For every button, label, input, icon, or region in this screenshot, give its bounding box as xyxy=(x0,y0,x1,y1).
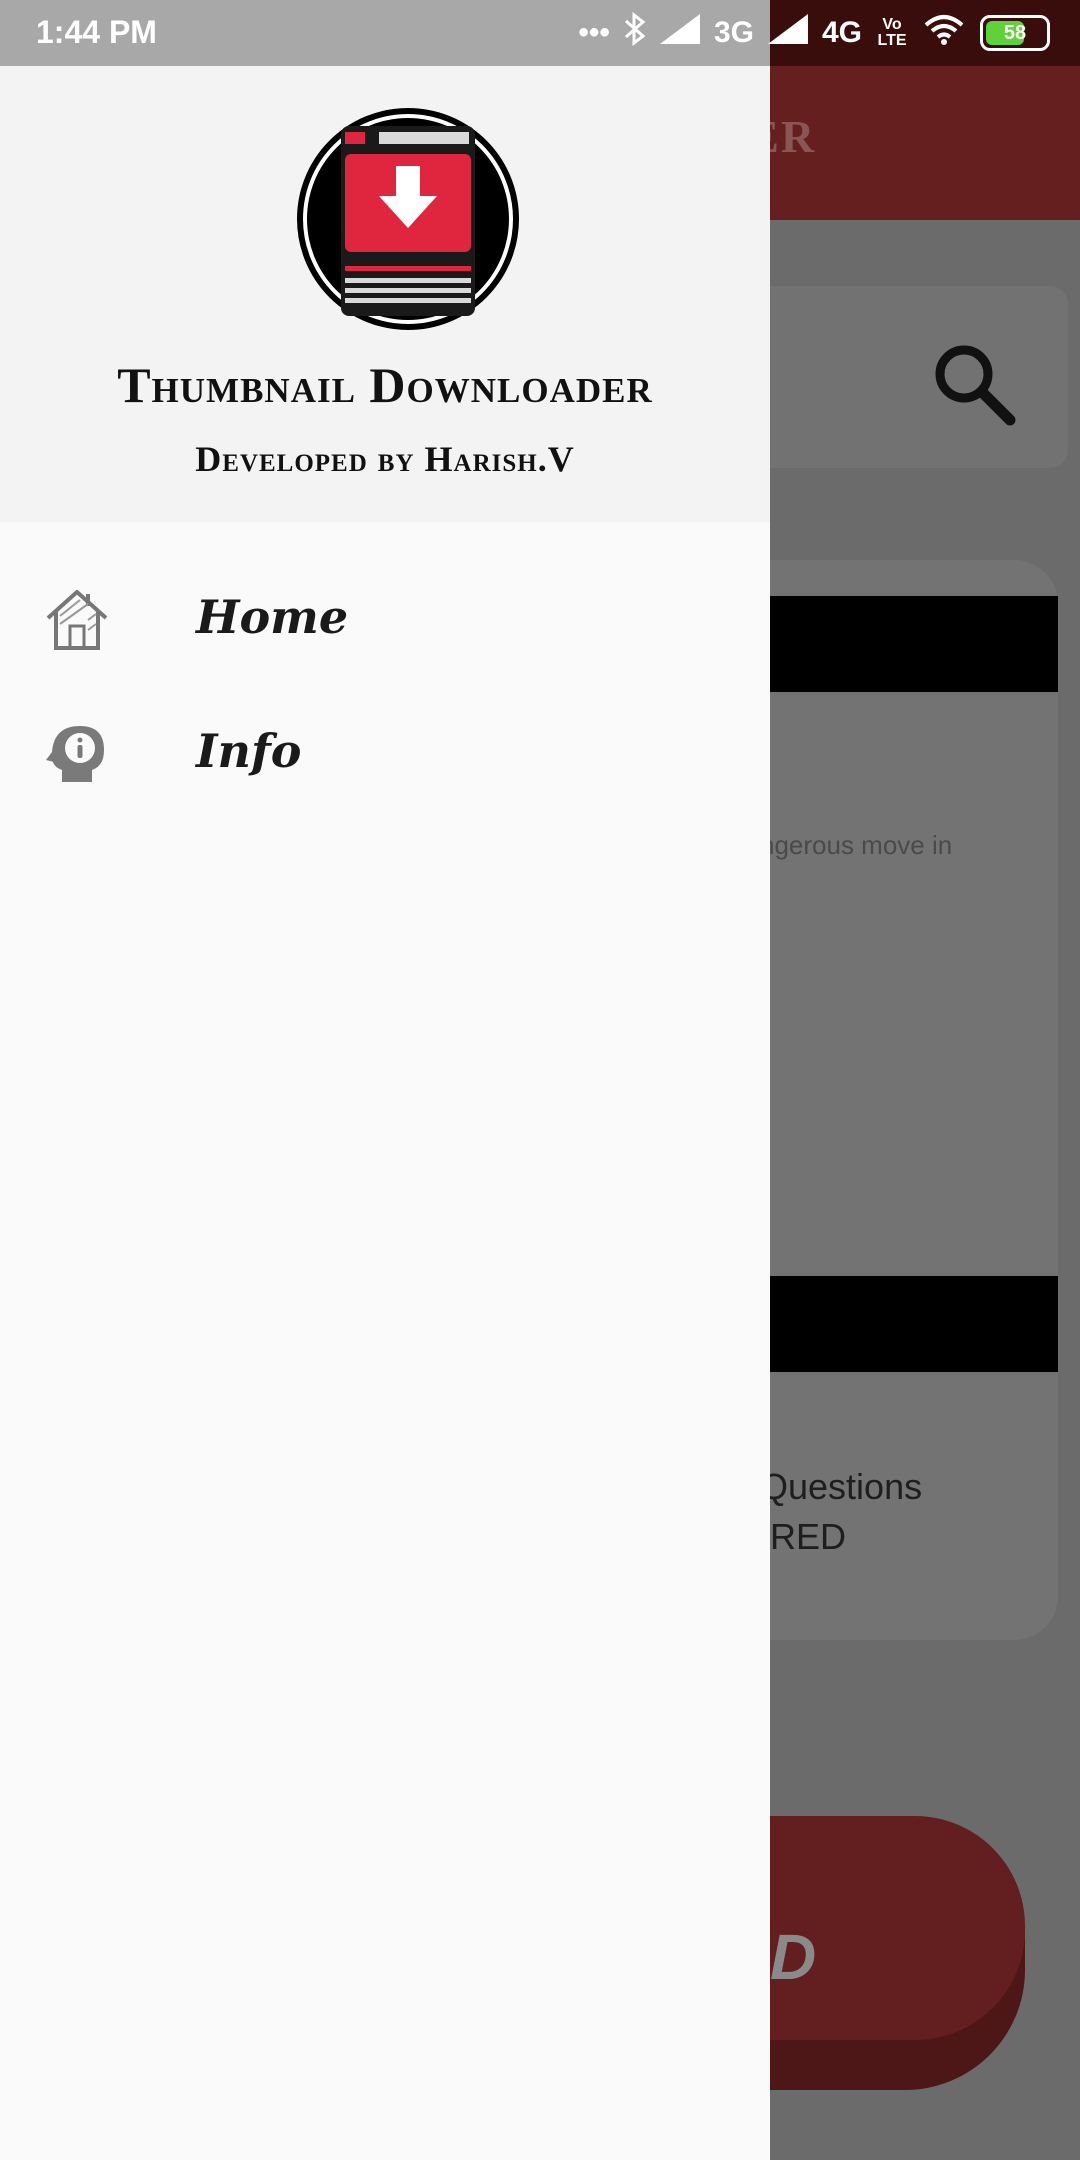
battery-icon: 58 xyxy=(980,15,1050,51)
status-icons: ••• 3G 4G Vo LTE 58 xyxy=(578,10,1050,56)
drawer-item-info[interactable]: Info xyxy=(0,690,770,814)
background-card-text: ngerous move in xyxy=(760,830,953,860)
info-head-icon xyxy=(46,726,104,782)
network-4g-label: 4G xyxy=(821,16,862,49)
background-download-button-label: D xyxy=(770,1921,817,1993)
signal-icon xyxy=(767,14,808,52)
drawer-header: Thumbnail Downloader Developed by Harish… xyxy=(0,66,770,522)
drawer-item-label: Info xyxy=(196,724,302,778)
volte-label: Vo LTE xyxy=(877,16,907,49)
drawer-item-label: Home xyxy=(196,590,349,644)
home-icon xyxy=(46,590,108,650)
status-bar: 1:44 PM ••• 3G 4G Vo LTE 58 xyxy=(0,0,1080,66)
background-card-text: Questions xyxy=(760,1466,923,1507)
background-card-text: IRED xyxy=(760,1516,847,1557)
navigation-drawer[interactable]: Thumbnail Downloader Developed by Harish… xyxy=(0,66,770,2160)
search-icon xyxy=(935,345,1016,426)
battery-level: 58 xyxy=(1003,21,1027,44)
app-title: Thumbnail Downloader xyxy=(117,357,653,413)
dots-icon: ••• xyxy=(578,16,610,49)
download-logo-icon xyxy=(297,108,519,330)
status-time: 1:44 PM xyxy=(36,14,157,50)
drawer-item-home[interactable]: Home xyxy=(0,556,770,680)
wifi-icon xyxy=(922,13,966,53)
network-3g-label: 3G xyxy=(713,16,754,49)
bluetooth-icon xyxy=(624,11,646,54)
signal-icon xyxy=(659,14,700,52)
developer-credit: Developed by Harish.V xyxy=(195,439,575,479)
